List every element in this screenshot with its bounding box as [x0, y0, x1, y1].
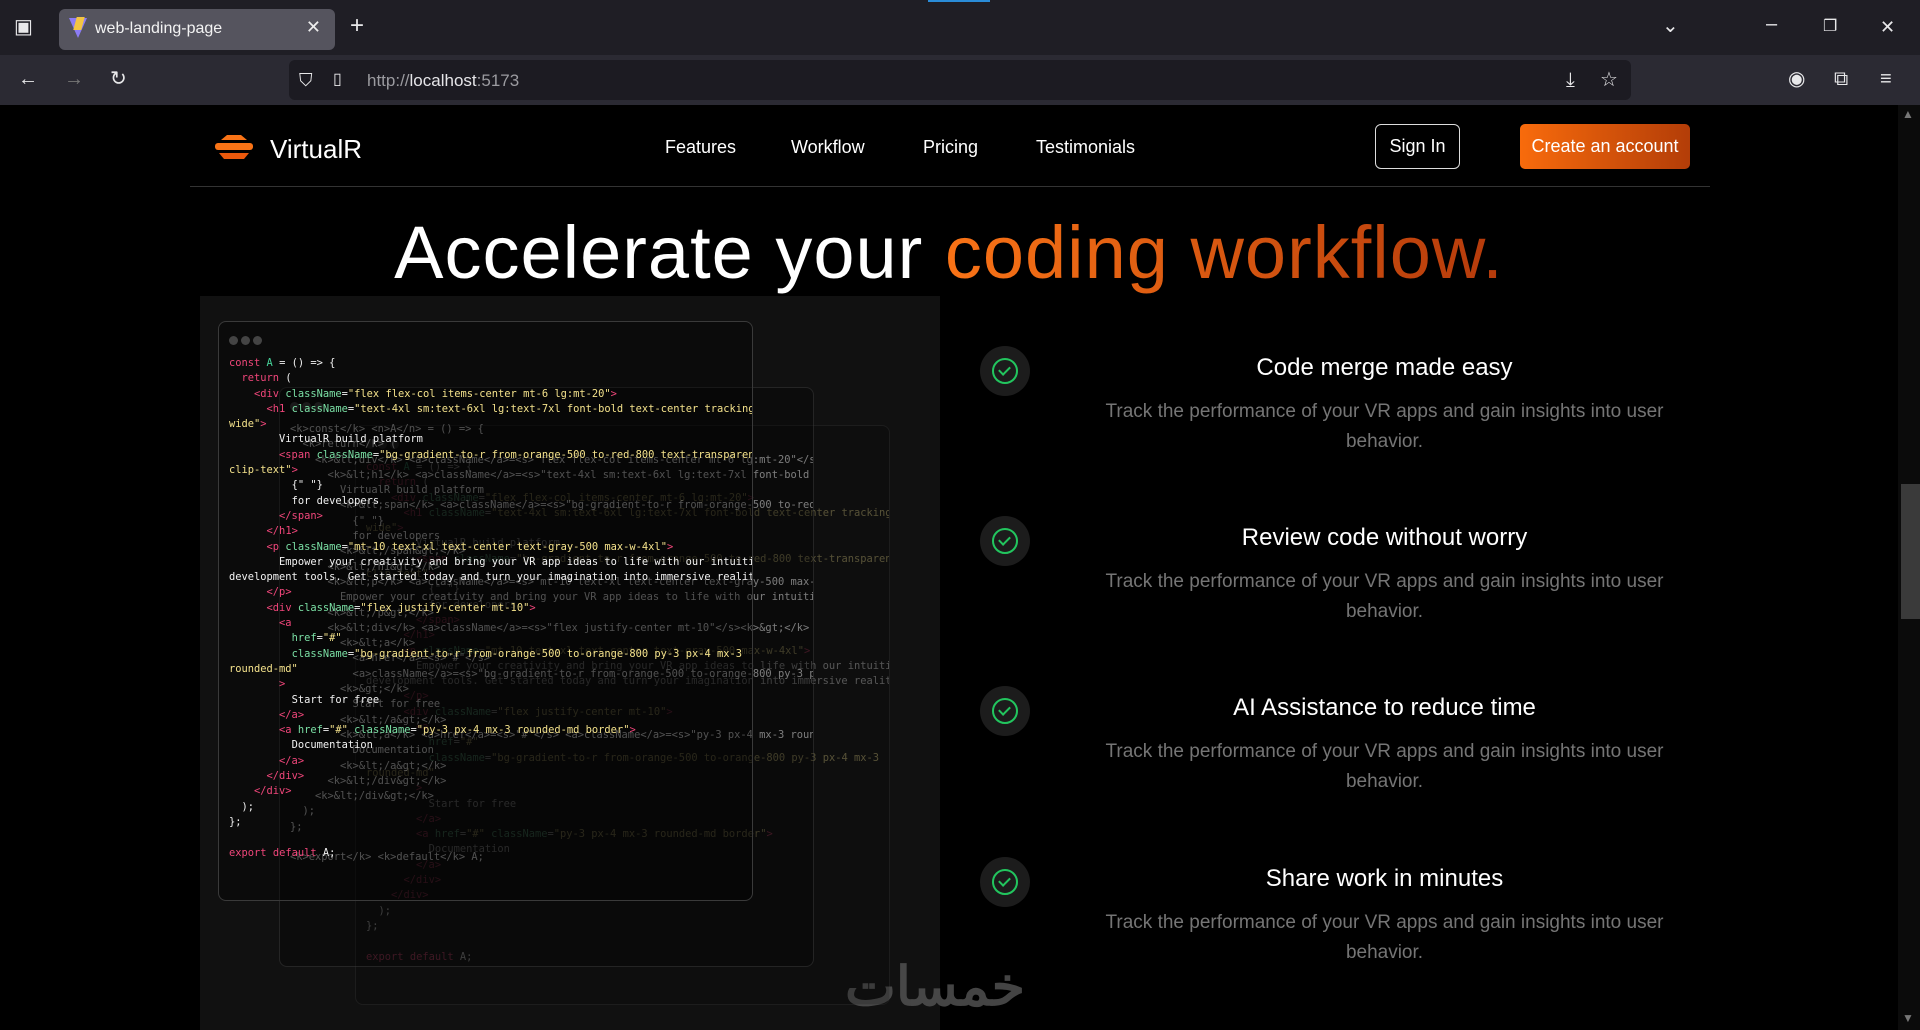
account-icon[interactable]: ◉ — [1788, 69, 1805, 89]
code-window-front: const A = () => { return ( <div classNam… — [218, 321, 753, 901]
nav-link-testimonials[interactable]: Testimonials — [1036, 137, 1135, 158]
url-text[interactable]: http://localhost:5173 — [367, 71, 519, 91]
check-circle-icon — [980, 686, 1030, 736]
nav-link-workflow[interactable]: Workflow — [791, 137, 865, 158]
tab-list-chevron-icon[interactable]: ⌄ — [1662, 16, 1679, 36]
hero-headline: Accelerate your coding workflow. — [0, 210, 1898, 295]
save-to-pocket-icon[interactable]: ⤓ — [1566, 70, 1575, 90]
nav-link-pricing[interactable]: Pricing — [923, 137, 978, 158]
restore-icon[interactable]: ❐ — [1823, 17, 1837, 37]
feature-description: Track the performance of your VR apps an… — [1105, 571, 1664, 622]
feature-title: Review code without worry — [1241, 524, 1528, 551]
create-account-button[interactable]: Create an account — [1520, 124, 1690, 169]
extensions-icon[interactable]: ⧉ — [1834, 69, 1848, 89]
feature-title: Code merge made easy — [1256, 354, 1513, 381]
feature-title: Share work in minutes — [1265, 865, 1504, 892]
close-tab-icon[interactable]: ✕ — [306, 17, 321, 38]
menu-icon[interactable]: ≡ — [1880, 69, 1892, 89]
bookmark-star-icon[interactable]: ☆ — [1600, 70, 1618, 90]
header-divider — [190, 186, 1710, 187]
headline-accent: coding workflow. — [944, 211, 1504, 294]
virtualr-logo-icon[interactable] — [213, 133, 255, 161]
scroll-down-icon[interactable]: ▼ — [1902, 1011, 1914, 1025]
page-icon: ▯ — [333, 71, 342, 88]
address-bar[interactable]: ⛉ ▯ http://localhost:5173 ⤓ ☆ — [289, 60, 1631, 100]
browser-tab[interactable]: web-landing-page ✕ — [59, 9, 335, 50]
scrollbar-thumb[interactable] — [1901, 484, 1920, 619]
scroll-up-icon[interactable]: ▲ — [1902, 107, 1914, 121]
minimize-icon[interactable]: – — [1766, 14, 1777, 34]
feature-title: AI Assistance to reduce time — [1233, 694, 1536, 721]
brand-name[interactable]: VirtualR — [270, 134, 362, 165]
headline-plain: Accelerate your — [394, 211, 945, 294]
browser-toolbar: ← → ↻ ⛉ ▯ http://localhost:5173 ⤓ ☆ ◉ ⧉ … — [0, 55, 1920, 105]
feature-description: Track the performance of your VR apps an… — [1105, 741, 1664, 792]
back-icon[interactable]: ← — [18, 69, 38, 89]
check-circle-icon — [980, 857, 1030, 907]
reload-icon[interactable]: ↻ — [110, 69, 127, 89]
forward-icon[interactable]: → — [64, 69, 84, 89]
tab-accent — [928, 0, 990, 2]
tab-title: web-landing-page — [95, 20, 223, 37]
window-close-icon[interactable]: ✕ — [1880, 17, 1895, 37]
check-circle-icon — [980, 516, 1030, 566]
code-text: const A = () => { return ( <div classNam… — [229, 357, 753, 859]
feature-description: Track the performance of your VR apps an… — [1105, 912, 1664, 963]
shield-icon[interactable]: ⛉ — [299, 70, 313, 90]
check-circle-icon — [980, 346, 1030, 396]
browser-tab-bar: ▣ web-landing-page ✕ + ⌄ – ❐ ✕ — [0, 0, 1920, 55]
nav-link-features[interactable]: Features — [665, 137, 736, 158]
new-tab-icon[interactable]: + — [350, 14, 364, 38]
window-dots — [229, 332, 265, 350]
feature-description: Track the performance of your VR apps an… — [1105, 401, 1664, 452]
tab-overview-icon[interactable]: ▣ — [14, 17, 33, 37]
sign-in-button[interactable]: Sign In — [1375, 124, 1460, 169]
scrollbar[interactable]: ▲ ▼ — [1898, 105, 1920, 1030]
